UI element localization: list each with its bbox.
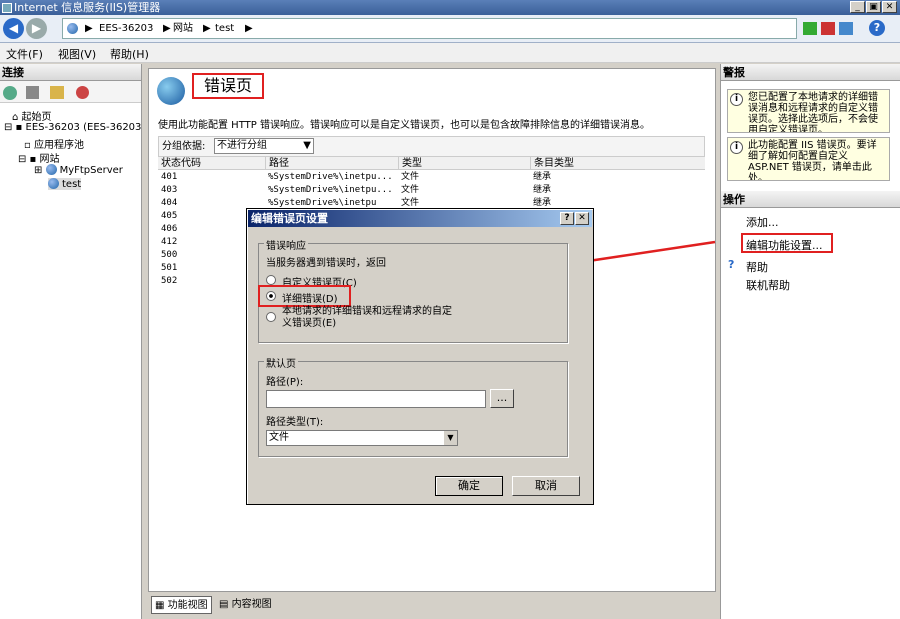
cancel-button[interactable]: 取消: [512, 476, 580, 496]
error-response-legend: 错误响应: [264, 237, 308, 252]
custom-error-radio[interactable]: [266, 275, 276, 285]
default-page-legend: 默认页: [264, 355, 298, 370]
path-type-label: 路径类型(T):: [266, 417, 324, 428]
path-label: 路径(P):: [266, 377, 304, 388]
chevron-down-icon: ▼: [444, 431, 457, 445]
dialog-title-bar: 编辑错误页设置 ? ✕: [248, 210, 592, 227]
path-input[interactable]: [266, 390, 486, 408]
dialog-help-button[interactable]: ?: [560, 212, 574, 225]
local-detailed-radio[interactable]: [266, 312, 276, 322]
highlight-box: [258, 285, 351, 307]
path-type-select[interactable]: 文件 ▼: [266, 430, 458, 446]
error-response-prompt: 当服务器遇到错误时，返回: [266, 258, 386, 269]
ok-button[interactable]: 确定: [435, 476, 503, 496]
dialog-title: 编辑错误页设置: [251, 212, 328, 225]
dialog-close-button[interactable]: ✕: [575, 212, 589, 225]
browse-button[interactable]: ...: [490, 389, 514, 408]
local-detailed-label[interactable]: 本地请求的详细错误和远程请求的自定义错误页(E): [282, 306, 452, 330]
